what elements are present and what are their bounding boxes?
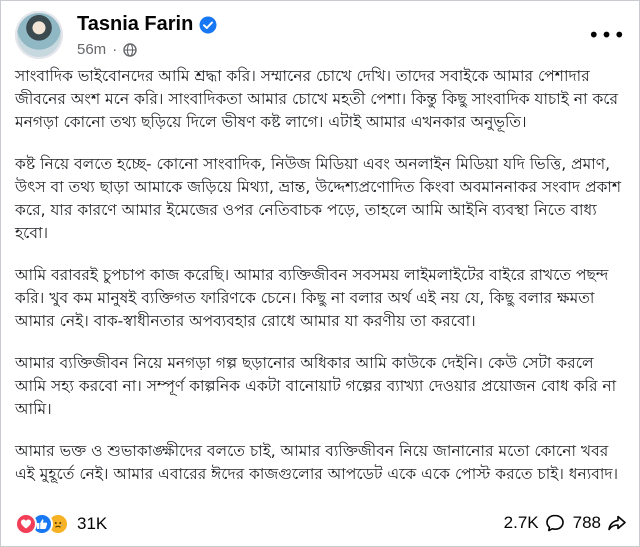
post-paragraph: সাংবাদিক ভাইবোনদের আমি শ্রদ্ধা করি। সম্ম… (15, 67, 619, 131)
share-count: 788 (572, 513, 601, 532)
more-options-icon[interactable]: ••• (588, 23, 625, 47)
profile-avatar[interactable] (15, 11, 63, 59)
author-row: Tasnia Farin (77, 13, 217, 36)
engagement-stats: 2.7K 788 (504, 513, 627, 533)
post-paragraph: কষ্ট নিয়ে বলতে হচ্ছে- কোনো সাংবাদিক, নি… (15, 155, 622, 242)
meta-separator: · (112, 41, 118, 58)
comment-count: 2.7K (503, 513, 539, 532)
post-card: Tasnia Farin 56m · ••• সাংবাদিক ভাইবোনদে… (0, 0, 640, 547)
globe-icon[interactable] (123, 42, 137, 57)
post-header: Tasnia Farin 56m · ••• (15, 11, 627, 61)
verified-badge-icon (199, 16, 217, 34)
reaction-count[interactable]: 31K (77, 514, 107, 534)
reactions-summary[interactable]: 31K (15, 513, 107, 535)
post-text: সাংবাদিক ভাইবোনদের আমি শ্রদ্ধা করি। সম্ম… (15, 65, 629, 505)
author-name[interactable]: Tasnia Farin (77, 13, 193, 36)
comments-stat[interactable]: 2.7K (504, 513, 565, 533)
post-paragraph: আমি বরাবরই চুপচাপ কাজ করেছি। আমার ব্যক্ত… (15, 266, 609, 330)
share-icon (608, 515, 626, 531)
post-meta: 56m · (77, 41, 137, 58)
shares-stat[interactable]: 788 (573, 513, 627, 533)
love-reaction-icon (15, 513, 37, 535)
post-paragraph: আমার ব্যক্তিজীবন নিয়ে মনগড়া গল্প ছড়ান… (15, 354, 617, 418)
post-paragraph: আমার ভক্ত ও শুভাকাঙ্ক্ষীদের বলতে চাই, আম… (15, 442, 619, 483)
post-footer: 31K 2.7K 788 (15, 513, 627, 539)
comment-icon (545, 514, 564, 532)
post-timestamp[interactable]: 56m (77, 41, 106, 58)
